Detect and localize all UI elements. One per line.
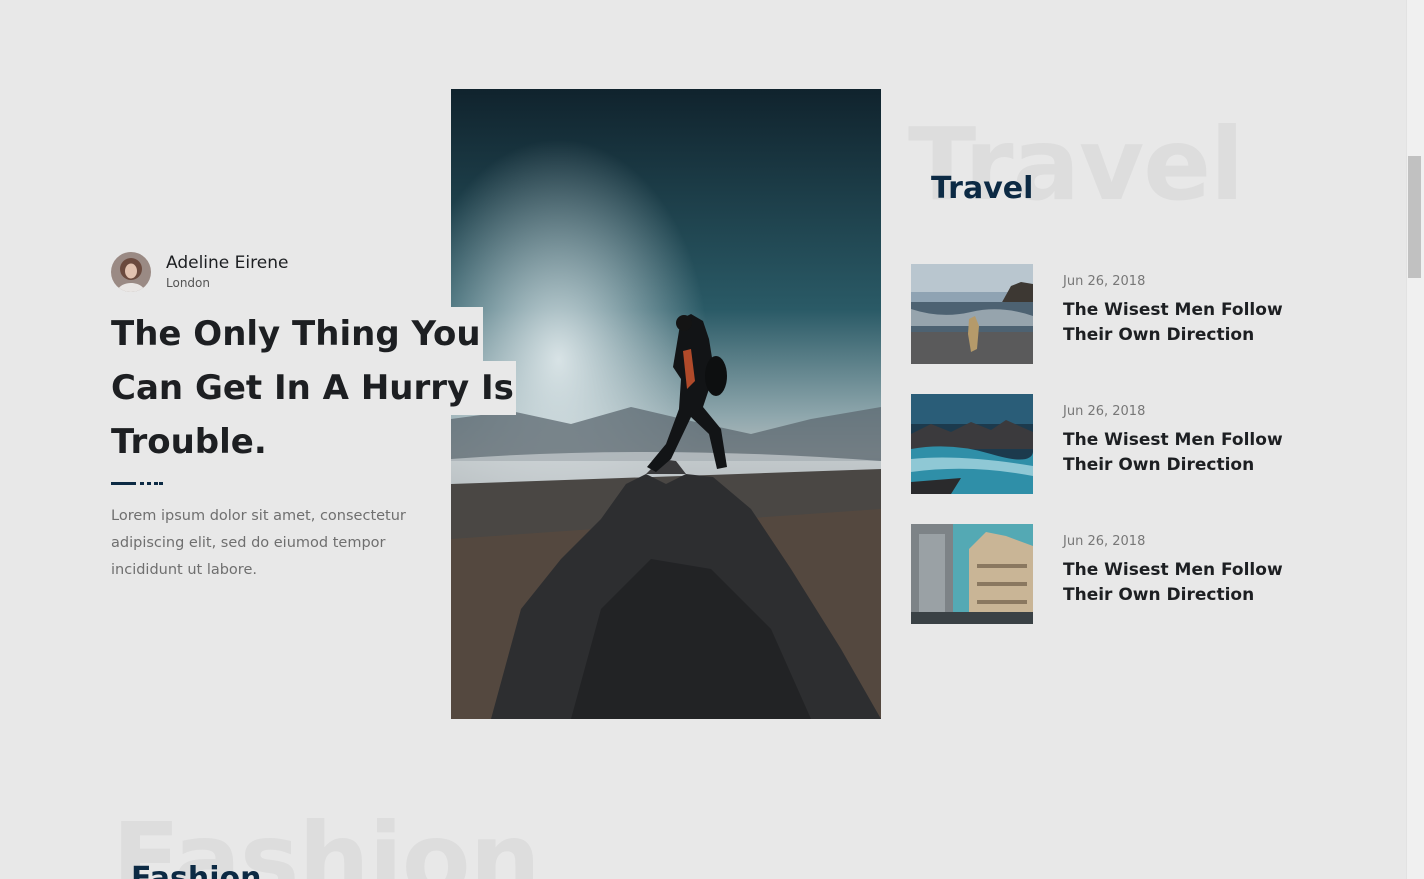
post-thumbnail[interactable] — [911, 264, 1033, 364]
scrollbar-thumb[interactable] — [1408, 156, 1421, 278]
post-card[interactable]: Jun 26, 2018 The Wisest Men Follow Their… — [911, 264, 1311, 364]
author-location: London — [166, 276, 210, 290]
featured-headline[interactable]: The Only Thing You Can Get In A Hurry Is… — [111, 307, 531, 469]
fashion-section-title[interactable]: Fashion — [131, 860, 261, 879]
post-card[interactable]: Jun 26, 2018 The Wisest Men Follow Their… — [911, 524, 1311, 624]
headline-line: Can Get In A Hurry Is — [111, 361, 516, 415]
post-date: Jun 26, 2018 — [1063, 274, 1146, 289]
post-thumbnail[interactable] — [911, 524, 1033, 624]
post-title[interactable]: The Wisest Men Follow Their Own Directio… — [1063, 428, 1303, 478]
author-avatar[interactable] — [111, 252, 151, 292]
post-title[interactable]: The Wisest Men Follow Their Own Directio… — [1063, 298, 1303, 348]
headline-line: Trouble. — [111, 415, 269, 469]
author-block: Adeline Eirene London — [111, 252, 288, 292]
headline-divider — [111, 482, 163, 485]
headline-line: The Only Thing You — [111, 307, 483, 361]
featured-excerpt: Lorem ipsum dolor sit amet, consectetur … — [111, 508, 406, 578]
post-date: Jun 26, 2018 — [1063, 534, 1146, 549]
author-name[interactable]: Adeline Eirene — [166, 252, 288, 274]
post-card[interactable]: Jun 26, 2018 The Wisest Men Follow Their… — [911, 394, 1311, 494]
page-scrollbar[interactable] — [1406, 0, 1424, 879]
post-thumbnail[interactable] — [911, 394, 1033, 494]
post-title[interactable]: The Wisest Men Follow Their Own Directio… — [1063, 558, 1303, 608]
post-date: Jun 26, 2018 — [1063, 404, 1146, 419]
travel-section-title[interactable]: Travel — [931, 170, 1033, 208]
